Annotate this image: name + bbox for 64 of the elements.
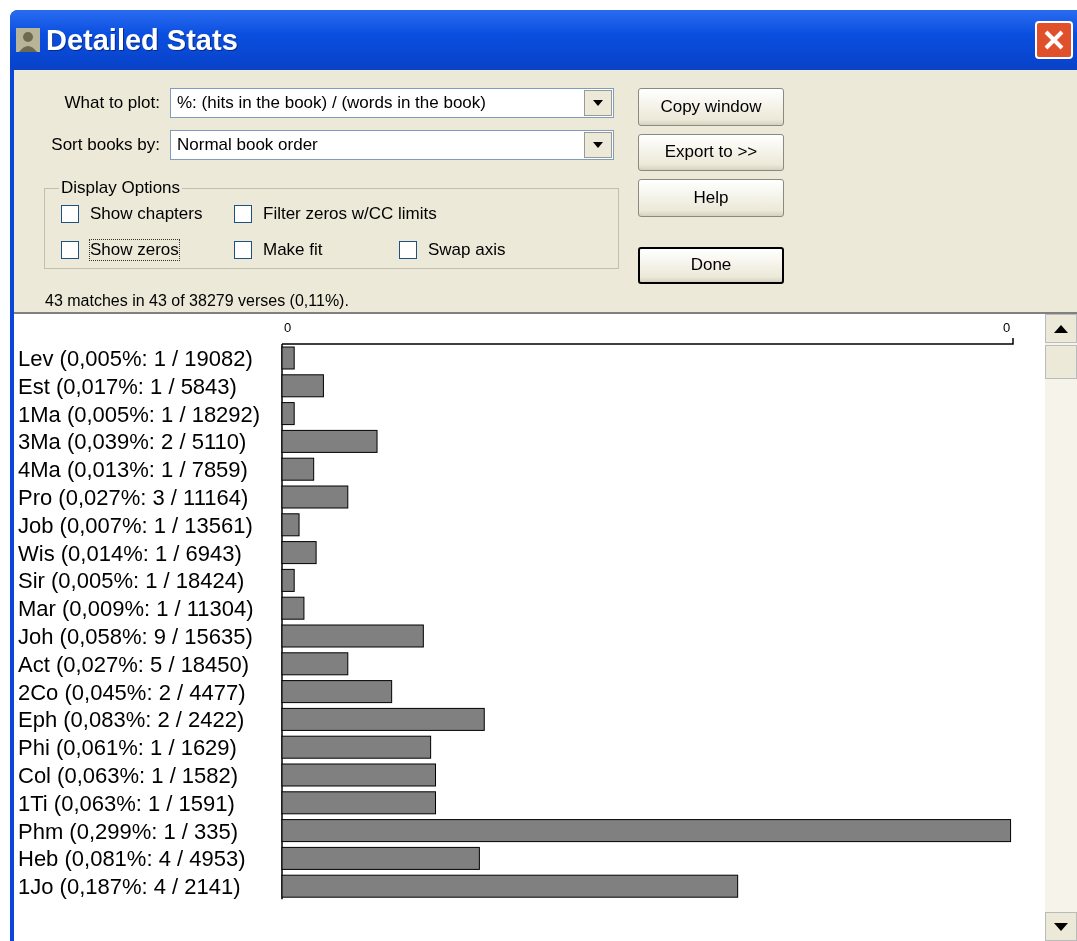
bar (281, 346, 295, 370)
figure-icon (16, 28, 40, 52)
group-title: Display Options (60, 178, 182, 198)
bar-label: Pro (0,027%: 3 / 11164) (18, 485, 249, 510)
checkbox-label[interactable]: Show chapters (89, 203, 204, 225)
checkbox-label[interactable]: Filter zeros w/CC limits (262, 203, 438, 225)
bar-label: Col (0,063%: 1 / 1582) (18, 763, 239, 788)
scroll-up-button[interactable] (1045, 314, 1077, 343)
bar (281, 541, 317, 565)
scroll-down-button[interactable] (1045, 912, 1077, 941)
bar-label: Phi (0,061%: 1 / 1629) (18, 735, 237, 761)
close-icon (1042, 28, 1066, 52)
checkbox[interactable] (61, 241, 79, 259)
bar-label: 3Ma (0,039%: 2 / 5110) (18, 429, 247, 455)
bar-label: Heb (0,081%: 4 / 4953) (18, 846, 246, 872)
status-text: 43 matches in 43 of 38279 verses (0,11%). (44, 291, 350, 311)
checkbox-label[interactable]: Show zeros (89, 239, 180, 261)
bar-label: Joh (0,058%: 9 / 15635) (18, 624, 253, 649)
bar-label: Eph (0,083%: 2 / 2422) (18, 707, 245, 733)
dialog-button[interactable]: Export to >> (638, 133, 784, 171)
up-arrow-icon (1054, 324, 1068, 333)
tick-label: 0 (1003, 320, 1011, 335)
bar-label: 2Co (0,045%: 2 / 4477) (18, 679, 246, 705)
window-title: Detailed Stats (46, 23, 239, 57)
checkbox[interactable] (234, 205, 252, 223)
bar (281, 568, 295, 592)
bar-label: Job (0,007%: 1 / 13561) (18, 512, 253, 538)
bar-label: 1Jo (0,187%: 4 / 2141) (18, 874, 241, 900)
bar-label: Lev (0,005%: 1 / 19082) (18, 346, 253, 371)
scroll-thumb[interactable] (1045, 345, 1077, 379)
dropdown-arrow-icon (592, 141, 604, 149)
bar (281, 485, 349, 509)
bar (281, 513, 300, 537)
dropdown-arrow-icon (592, 99, 604, 107)
bar (281, 402, 295, 426)
bar-label: 1Ma (0,005%: 1 / 18292) (18, 401, 261, 427)
field-label: Sort books by: (50, 135, 161, 155)
bar-label: 4Ma (0,013%: 1 / 7859) (18, 457, 248, 483)
bar (281, 596, 305, 620)
checkbox[interactable] (61, 205, 79, 223)
checkbox-label[interactable]: Make fit (262, 239, 324, 261)
dropdown[interactable]: %: (hits in the book) / (words in the book) (170, 88, 614, 118)
bar-label: Mar (0,009%: 1 / 11304) (18, 596, 254, 622)
bar (281, 374, 324, 398)
bar-label: Act (0,027%: 5 / 18450) (18, 651, 250, 677)
checkbox-label[interactable]: Swap axis (427, 239, 507, 261)
dropdown[interactable]: Normal book order (170, 130, 614, 160)
bar-label: 1Ti (0,063%: 1 / 1591) (18, 790, 235, 816)
bar-label: Est (0,017%: 1 / 5843) (18, 373, 237, 399)
tick-label: 0 (284, 320, 292, 335)
bar (281, 652, 349, 676)
dialog-button[interactable]: Help (638, 179, 784, 217)
field-label: What to plot: (63, 93, 161, 113)
scrollbar[interactable] (1045, 314, 1077, 941)
bar-label: Wis (0,014%: 1 / 6943) (18, 540, 242, 566)
bar-label: Sir (0,005%: 1 / 18424) (18, 568, 245, 594)
bar-label: Phm (0,299%: 1 / 335) (18, 818, 239, 844)
down-arrow-icon (1054, 922, 1068, 931)
bar (281, 457, 315, 481)
checkbox[interactable] (234, 241, 252, 259)
dialog-button[interactable]: Copy window (638, 88, 784, 126)
dialog-button[interactable]: Done (638, 246, 784, 284)
close-button[interactable] (1035, 21, 1073, 59)
checkbox[interactable] (399, 241, 417, 259)
